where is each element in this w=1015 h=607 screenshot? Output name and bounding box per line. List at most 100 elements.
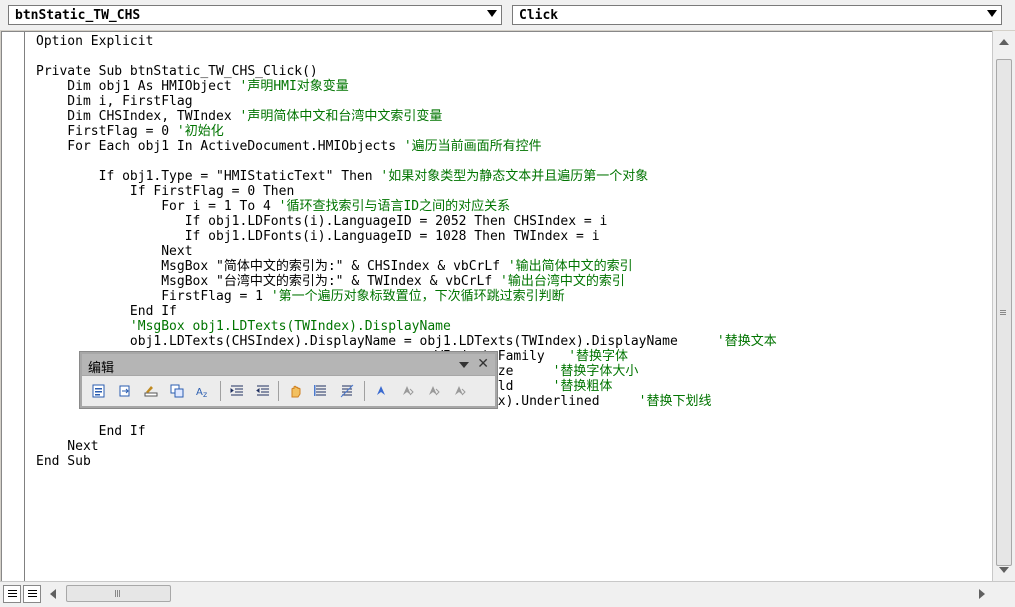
toolbar-separator [220, 381, 221, 401]
toggle-bookmark-button[interactable] [372, 382, 390, 400]
code-comment: '替换字体 [568, 349, 629, 364]
scroll-up-icon[interactable] [999, 39, 1009, 45]
code-line[interactable] [36, 49, 777, 64]
code-line[interactable]: MsgBox "台湾中文的索引为:" & TWIndex & vbCrLf '输… [36, 274, 777, 289]
code-statement: End If [36, 424, 146, 439]
event-combobox[interactable]: Click [512, 5, 1002, 25]
outdent-icon [256, 385, 269, 396]
code-comment: '声明简体中文和台湾中文索引变量 [239, 109, 443, 124]
edit-toolbar-buttons: Az [82, 376, 495, 406]
outdent-button[interactable] [254, 382, 272, 400]
code-line[interactable]: FirstFlag = 1 '第一个遍历对象标致置位，下次循环跳过索引判断 [36, 289, 777, 304]
bookmark-icon [377, 386, 385, 395]
code-line[interactable]: Next [36, 439, 777, 454]
code-statement: Next [36, 244, 193, 259]
clear-all-bookmarks-button[interactable] [450, 382, 468, 400]
comment-block-icon [314, 385, 326, 396]
code-statement: Dim i, FirstFlag [36, 94, 193, 109]
code-statement: End If [36, 304, 177, 319]
code-line[interactable]: For Each obj1 In ActiveDocument.HMIObjec… [36, 139, 777, 154]
toggle-breakpoint-button[interactable] [286, 382, 304, 400]
event-combobox-value: Click [519, 8, 559, 23]
next-bookmark-button[interactable] [398, 382, 416, 400]
code-comment: '第一个遍历对象标致置位，下次循环跳过索引判断 [270, 289, 565, 304]
previous-bookmark-button[interactable] [424, 382, 442, 400]
chevron-down-icon[interactable] [487, 10, 497, 17]
complete-word-button[interactable]: Az [194, 382, 212, 400]
scroll-right-icon[interactable] [979, 589, 985, 599]
vertical-scrollbar[interactable] [992, 31, 1015, 581]
code-line[interactable]: Next [36, 244, 777, 259]
list-properties-methods-button[interactable] [90, 382, 108, 400]
chevron-down-icon[interactable] [987, 10, 997, 17]
code-comment: '声明HMI对象变量 [239, 79, 349, 94]
code-line[interactable]: For i = 1 To 4 '循环查找索引与语言ID之间的对应关系 [36, 199, 777, 214]
code-line[interactable]: Option Explicit [36, 34, 777, 49]
code-statement: FirstFlag = 1 [36, 289, 271, 304]
code-statement: MsgBox "简体中文的索引为:" & CHSIndex & vbCrLf [36, 259, 508, 274]
previous-bookmark-icon [429, 386, 440, 396]
code-line[interactable]: FirstFlag = 0 '初始化 [36, 124, 777, 139]
code-line[interactable] [36, 409, 777, 424]
code-editor[interactable]: Option Explicit Private Sub btnStatic_TW_… [1, 31, 993, 582]
edit-toolbar[interactable]: 编辑 ✕ Az [79, 351, 498, 409]
code-comment: '替换文本 [716, 334, 777, 349]
code-line[interactable]: Dim obj1 As HMIObject '声明HMI对象变量 [36, 79, 777, 94]
toolbar-options-icon[interactable] [459, 362, 469, 368]
code-statement: Dim CHSIndex, TWIndex [36, 109, 240, 124]
uncomment-block-icon [340, 384, 354, 398]
horizontal-scroll-thumb[interactable] [66, 585, 171, 602]
code-statement: If obj1.LDFonts(i).LanguageID = 2052 The… [36, 214, 608, 229]
scroll-left-icon[interactable] [50, 589, 56, 599]
object-combobox[interactable]: btnStatic_TW_CHS [8, 5, 502, 25]
code-line[interactable]: If obj1.Type = "HMIStaticText" Then '如果对… [36, 169, 777, 184]
uncomment-block-button[interactable] [338, 382, 356, 400]
code-window-header: btnStatic_TW_CHS Click [0, 0, 1015, 30]
scroll-down-icon[interactable] [999, 567, 1009, 573]
list-constants-icon [119, 385, 130, 397]
code-statement: For Each obj1 In ActiveDocument.HMIObjec… [36, 139, 404, 154]
parameter-info-button[interactable] [168, 382, 186, 400]
code-line[interactable]: If FirstFlag = 0 Then [36, 184, 777, 199]
code-line[interactable]: Dim CHSIndex, TWIndex '声明简体中文和台湾中文索引变量 [36, 109, 777, 124]
list-properties-icon [92, 384, 105, 398]
code-statement: If obj1.LDFonts(i).LanguageID = 1028 The… [36, 229, 600, 244]
comment-block-button[interactable] [312, 382, 330, 400]
code-statement: FirstFlag = 0 [36, 124, 177, 139]
quick-info-button[interactable] [142, 382, 160, 400]
code-comment: '替换粗体 [552, 379, 613, 394]
hand-icon [291, 385, 301, 398]
vertical-scroll-thumb[interactable] [996, 59, 1012, 566]
code-comment: '遍历当前画面所有控件 [403, 139, 542, 154]
code-statement: End Sub [36, 454, 91, 469]
full-module-view-button[interactable] [23, 585, 41, 603]
code-line[interactable]: Dim i, FirstFlag [36, 94, 777, 109]
procedure-view-button[interactable] [3, 585, 21, 603]
margin-indicator-bar[interactable] [2, 32, 25, 582]
quick-info-icon [144, 386, 158, 397]
edit-toolbar-titlebar[interactable]: 编辑 ✕ [82, 354, 495, 376]
code-statement [36, 319, 130, 334]
code-line[interactable]: Private Sub btnStatic_TW_CHS_Click() [36, 64, 777, 79]
code-line[interactable] [36, 154, 777, 169]
code-line[interactable]: If obj1.LDFonts(i).LanguageID = 2052 The… [36, 214, 777, 229]
code-comment: 'MsgBox obj1.LDTexts(TWIndex).DisplayNam… [129, 319, 451, 334]
code-comment: '输出台湾中文的索引 [500, 274, 625, 289]
code-line[interactable]: End If [36, 424, 777, 439]
code-line[interactable]: If obj1.LDFonts(i).LanguageID = 1028 The… [36, 229, 777, 244]
close-icon[interactable]: ✕ [477, 356, 489, 372]
edit-toolbar-title: 编辑 [88, 361, 115, 376]
code-line[interactable]: MsgBox "简体中文的索引为:" & CHSIndex & vbCrLf '… [36, 259, 777, 274]
parameter-info-icon [170, 384, 184, 398]
code-statement: Dim obj1 As HMIObject [36, 79, 240, 94]
indent-button[interactable] [228, 382, 246, 400]
code-statement: MsgBox "台湾中文的索引为:" & TWIndex & vbCrLf [36, 274, 501, 289]
code-line[interactable]: obj1.LDTexts(CHSIndex).DisplayName = obj… [36, 334, 777, 349]
list-constants-button[interactable] [116, 382, 134, 400]
code-comment: '循环查找索引与语言ID之间的对应关系 [278, 199, 511, 214]
code-line[interactable]: End If [36, 304, 777, 319]
code-line[interactable]: 'MsgBox obj1.LDTexts(TWIndex).DisplayNam… [36, 319, 777, 334]
code-line[interactable]: End Sub [36, 454, 777, 469]
svg-text:z: z [203, 390, 207, 399]
toolbar-separator [278, 381, 279, 401]
